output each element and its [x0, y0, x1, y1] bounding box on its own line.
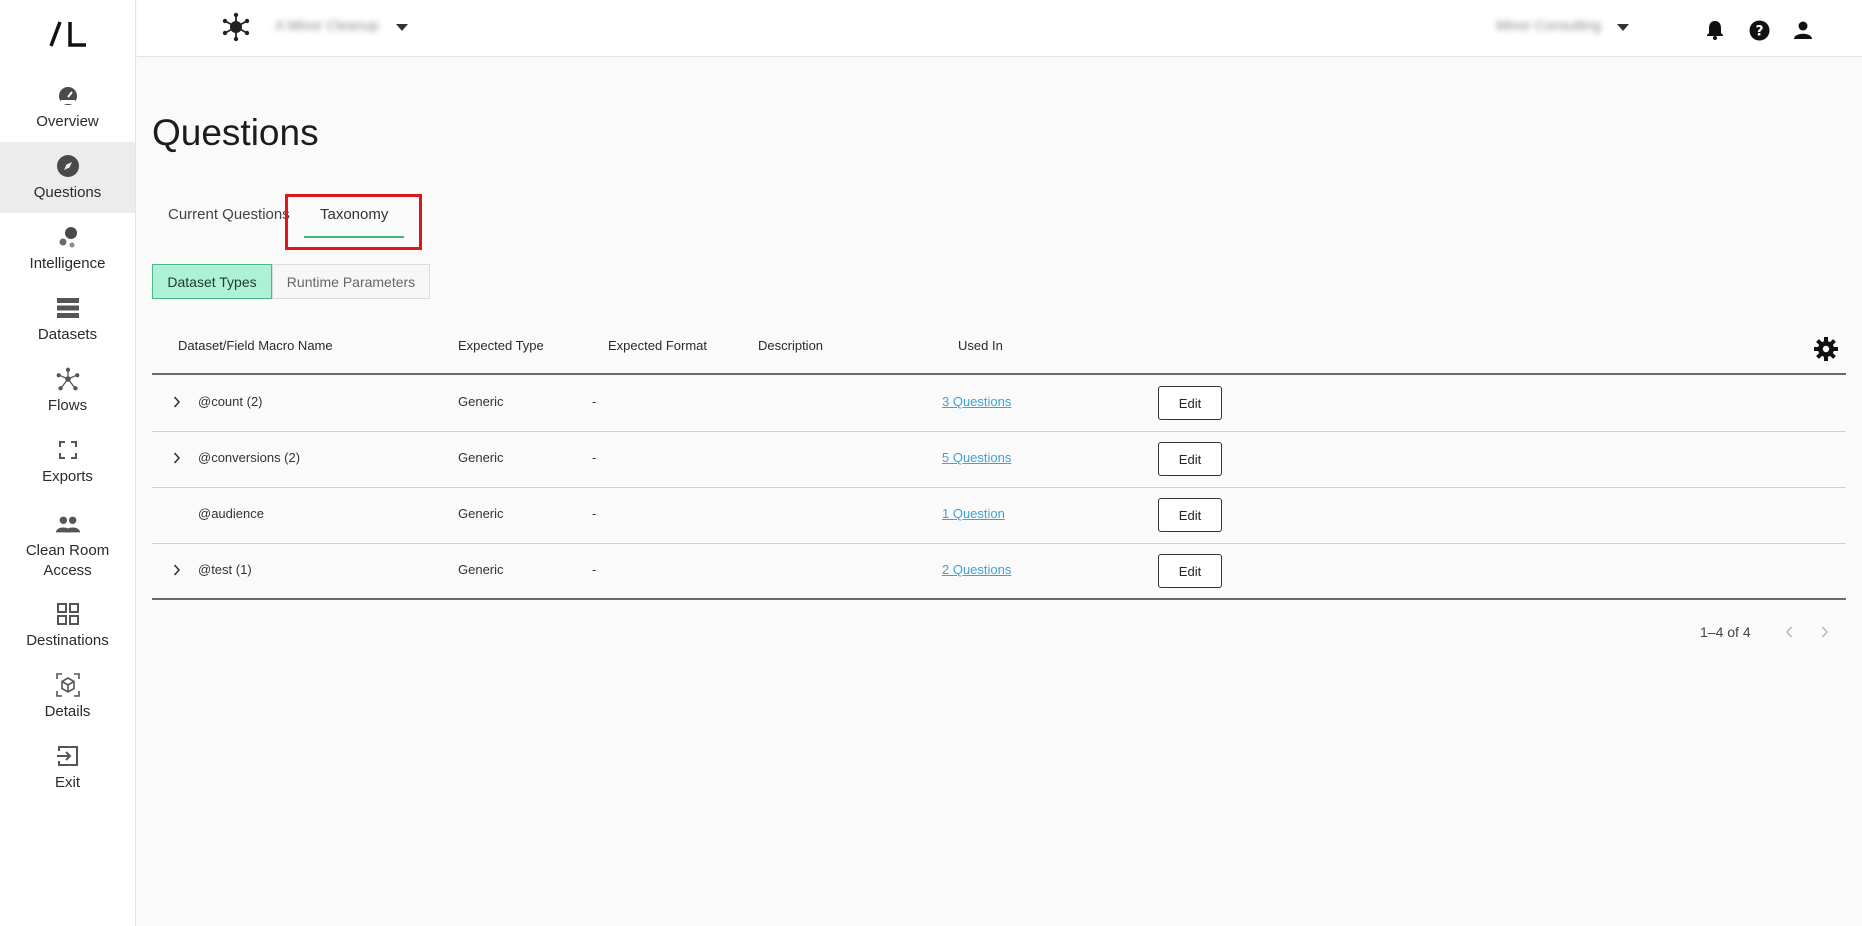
- sidebar-item-label: Questions: [33, 183, 102, 201]
- macro-name-cell: @count (2): [198, 394, 263, 409]
- table-row: @test (1) Generic - 2 Questions Edit: [152, 543, 1846, 599]
- user-icon[interactable]: [1792, 19, 1814, 41]
- frame-corners-icon: [55, 437, 81, 463]
- sidebar-item-destinations[interactable]: Destinations: [0, 590, 135, 661]
- column-header-expected-type[interactable]: Expected Type: [458, 338, 544, 353]
- sidebar-item-datasets[interactable]: Datasets: [0, 284, 135, 355]
- sidebar-item-intelligence[interactable]: Intelligence: [0, 213, 135, 284]
- expected-type-cell: Generic: [458, 562, 504, 577]
- used-in-link[interactable]: 2 Questions: [942, 562, 1011, 577]
- expected-format-cell: -: [592, 394, 597, 409]
- expand-row-chevron-icon[interactable]: [170, 393, 184, 411]
- expected-type-cell: Generic: [458, 450, 504, 465]
- sidebar-item-label: Overview: [36, 112, 99, 130]
- stack-icon: [55, 295, 81, 321]
- sidebar-item-label: Datasets: [37, 325, 98, 343]
- sidebar-item-label: Clean Room Access: [25, 542, 110, 579]
- edit-button[interactable]: Edit: [1158, 386, 1222, 420]
- expected-format-cell: -: [592, 450, 597, 465]
- bubbles-icon: [55, 224, 81, 250]
- highlight-annotation: [285, 194, 422, 250]
- sidebar-item-clean-room-access[interactable]: Clean Room Access: [0, 502, 135, 590]
- svg-text:?: ?: [1755, 23, 1763, 39]
- compass-icon: [55, 153, 81, 179]
- help-icon[interactable]: ?: [1748, 19, 1770, 41]
- column-header-description[interactable]: Description: [758, 338, 823, 353]
- page-title: Questions: [152, 112, 319, 153]
- brand-logo[interactable]: [0, 14, 136, 54]
- segment-dataset-types[interactable]: Dataset Types: [152, 264, 272, 299]
- table-row: @conversions (2) Generic - 5 Questions E…: [152, 431, 1846, 487]
- exit-icon: [55, 743, 81, 769]
- expected-type-cell: Generic: [458, 506, 504, 521]
- bell-icon[interactable]: [1704, 19, 1726, 41]
- used-in-link[interactable]: 5 Questions: [942, 450, 1011, 465]
- cube-icon: [55, 672, 81, 698]
- segment-runtime-parameters[interactable]: Runtime Parameters: [272, 264, 430, 299]
- expand-row-chevron-icon[interactable]: [170, 561, 184, 579]
- cleanroom-selector[interactable]: A Minor Cleanup: [275, 17, 379, 33]
- edit-button[interactable]: Edit: [1158, 498, 1222, 532]
- column-header-macro-name[interactable]: Dataset/Field Macro Name: [178, 338, 333, 353]
- expected-type-cell: Generic: [458, 394, 504, 409]
- top-bar: A Minor Cleanup Minor Consulting ?: [137, 0, 1862, 57]
- sidebar-item-exports[interactable]: Exports: [0, 426, 135, 497]
- previous-page-chevron-icon[interactable]: [1779, 620, 1799, 644]
- sidebar-item-label: Destinations: [26, 631, 109, 649]
- table-row: @audience Generic - 1 Question Edit: [152, 487, 1846, 543]
- sidebar-item-details[interactable]: Details: [0, 661, 135, 732]
- tab-current-questions[interactable]: Current Questions: [168, 206, 290, 223]
- expected-format-cell: -: [592, 562, 597, 577]
- macro-name-cell: @test (1): [198, 562, 252, 577]
- expected-format-cell: -: [592, 506, 597, 521]
- expand-row-chevron-icon[interactable]: [170, 449, 184, 467]
- sidebar-item-exit[interactable]: Exit: [0, 732, 135, 803]
- gauge-icon: [55, 82, 81, 108]
- people-icon: [55, 511, 81, 537]
- sidebar-item-label: Flows: [47, 396, 88, 414]
- grid-icon: [55, 601, 81, 627]
- sidebar-item-overview[interactable]: Overview: [0, 71, 135, 142]
- sidebar: Overview Questions Intelligence Datasets…: [0, 0, 136, 926]
- sidebar-item-label: Details: [44, 702, 91, 720]
- cleanroom-network-icon: [221, 12, 251, 42]
- cleanroom-dropdown-caret-icon[interactable]: [396, 24, 408, 31]
- table-bottom-divider: [152, 598, 1846, 600]
- sidebar-item-flows[interactable]: Flows: [0, 355, 135, 426]
- pagination-range: 1–4 of 4: [1700, 624, 1751, 640]
- sidebar-item-label: Intelligence: [29, 254, 106, 272]
- gear-icon[interactable]: [1813, 336, 1839, 362]
- macro-name-cell: @audience: [198, 506, 264, 521]
- account-dropdown-caret-icon[interactable]: [1617, 24, 1629, 31]
- sidebar-item-label: Exit: [54, 773, 80, 791]
- edit-button[interactable]: Edit: [1158, 554, 1222, 588]
- used-in-link[interactable]: 1 Question: [942, 506, 1005, 521]
- sidebar-item-questions[interactable]: Questions: [0, 142, 135, 213]
- network-icon: [55, 366, 81, 392]
- table-row: @count (2) Generic - 3 Questions Edit: [152, 375, 1846, 431]
- account-selector[interactable]: Minor Consulting: [1496, 17, 1601, 33]
- next-page-chevron-icon[interactable]: [1815, 620, 1835, 644]
- column-header-expected-format[interactable]: Expected Format: [608, 338, 707, 353]
- sidebar-item-label: Exports: [42, 467, 93, 485]
- used-in-link[interactable]: 3 Questions: [942, 394, 1011, 409]
- macro-name-cell: @conversions (2): [198, 450, 301, 465]
- logo-icon: [49, 21, 86, 47]
- edit-button[interactable]: Edit: [1158, 442, 1222, 476]
- column-header-used-in[interactable]: Used In: [958, 338, 1003, 353]
